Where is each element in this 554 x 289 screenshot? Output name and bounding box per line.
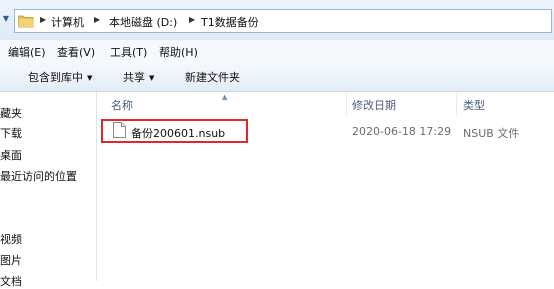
file-modified-date: 2020-06-18 17:29 <box>352 125 452 138</box>
breadcrumb-drive-d[interactable]: 本地磁盘 (D:) <box>109 14 177 30</box>
nav-item-videos[interactable]: 视频 <box>0 231 22 247</box>
chevron-down-icon: ▼ <box>87 74 93 82</box>
nav-item-documents[interactable]: 文档 <box>0 273 22 289</box>
file-type: NSUB 文件 <box>463 127 520 140</box>
folder-icon <box>18 15 34 28</box>
nav-item-favorites[interactable]: 藏夹 <box>0 105 22 121</box>
nav-item-pictures[interactable]: 图片 <box>0 252 22 268</box>
command-bar: 包含到库中 ▼ 共享 ▼ 新建文件夹 <box>0 61 554 92</box>
include-in-library-label: 包含到库中 <box>28 71 83 84</box>
column-header-name[interactable]: 名称 <box>111 97 133 113</box>
menu-bar: 编辑(E) 查看(V) 工具(T) 帮助(H) <box>0 40 554 62</box>
include-in-library-button[interactable]: 包含到库中 ▼ <box>28 69 92 85</box>
breadcrumb-computer[interactable]: 计算机 <box>51 14 84 30</box>
address-box[interactable]: ▶ 计算机 ▶ 本地磁盘 (D:) ▶ T1数据备份 <box>14 9 552 33</box>
nav-item-desktop[interactable]: 桌面 <box>0 147 22 163</box>
column-header-row <box>97 92 554 116</box>
breadcrumb-folder[interactable]: T1数据备份 <box>201 14 259 30</box>
address-bar: ▼ ▶ 计算机 ▶ 本地磁盘 (D:) ▶ T1数据备份 <box>0 0 554 40</box>
column-divider[interactable] <box>346 93 347 115</box>
sort-arrow-icon: ▲ <box>222 93 228 101</box>
breadcrumb-arrow-icon[interactable]: ▶ <box>40 15 46 24</box>
chevron-down-icon[interactable]: ▼ <box>1 14 11 24</box>
share-label: 共享 <box>123 71 145 84</box>
column-header-type[interactable]: 类型 <box>463 97 485 113</box>
nav-item-recent-places[interactable]: 最近访问的位置 <box>0 168 77 184</box>
highlight-annotation <box>101 119 248 143</box>
nav-item-downloads[interactable]: 下载 <box>0 125 22 141</box>
breadcrumb-arrow-icon[interactable]: ▶ <box>189 15 195 24</box>
new-folder-label: 新建文件夹 <box>185 71 240 84</box>
column-header-modified[interactable]: 修改日期 <box>352 97 396 113</box>
menu-tools[interactable]: 工具(T) <box>110 44 147 60</box>
menu-view[interactable]: 查看(V) <box>57 44 95 60</box>
menu-help[interactable]: 帮助(H) <box>159 44 198 60</box>
breadcrumb-arrow-icon[interactable]: ▶ <box>94 15 100 24</box>
new-folder-button[interactable]: 新建文件夹 <box>185 69 240 85</box>
menu-edit[interactable]: 编辑(E) <box>8 44 46 60</box>
column-divider[interactable] <box>456 93 457 115</box>
chevron-down-icon: ▼ <box>149 74 155 82</box>
share-button[interactable]: 共享 ▼ <box>123 69 154 85</box>
